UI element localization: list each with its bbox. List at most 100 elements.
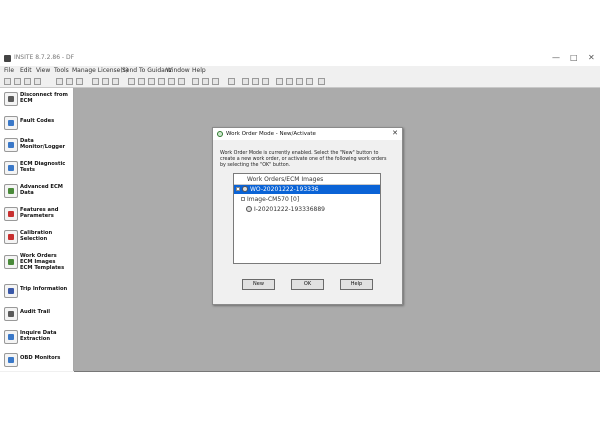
toolbar-button-icon[interactable] [228,78,235,85]
dialog-title-bar: Work Order Mode - New/Activate ✕ [213,128,402,140]
sidebar-item-label: OBD Monitors [20,355,61,361]
tree-row-label: Image-CM570 [0] [247,196,300,203]
trip-information-icon [4,284,18,298]
toolbar-button-icon[interactable] [252,78,259,85]
toolbar [0,76,600,88]
toolbar-button-icon[interactable] [4,78,11,85]
menu-file[interactable]: File [4,67,14,74]
toolbar-button-icon[interactable] [138,78,145,85]
dialog-close-button[interactable]: ✕ [392,129,398,137]
toolbar-button-icon[interactable] [148,78,155,85]
toolbar-button-icon[interactable] [276,78,283,85]
sidebar-item-label: Features and Parameters [20,207,59,219]
toolbar-button-icon[interactable] [102,78,109,85]
toolbar-button-icon[interactable] [92,78,99,85]
menu-send-to-guidanz[interactable]: Send To Guidanz [122,67,172,74]
toolbar-button-icon[interactable] [192,78,199,85]
sidebar-item-obd-monitors[interactable]: OBD Monitors [0,351,73,371]
sidebar-item-inquire-data-extraction[interactable]: Inquire Data Extraction [0,328,73,350]
data-monitor-icon [4,138,18,152]
tree-row-image[interactable]: Image-CM570 [0] [234,195,380,204]
ecm-image-icon [246,206,252,212]
toolbar-button-icon[interactable] [24,78,31,85]
toolbar-button-icon[interactable] [34,78,41,85]
tree-header: Work Orders/ECM Images [234,174,380,185]
tree-row-work-order[interactable]: WO-20201222-193336 [234,185,380,194]
app-title: INSITE 8.7.2.86 - DF [14,54,75,61]
ok-button[interactable]: OK [291,279,324,290]
minimize-button[interactable]: — [552,53,560,62]
work-order-icon [217,131,223,137]
sidebar-item-label: Disconnect from ECM [20,92,68,104]
fault-codes-icon [4,116,18,130]
sidebar-item-label: Trip Information [20,286,68,292]
sidebar-item-fault-codes[interactable]: Fault Codes [0,114,73,136]
menu-manage-licenses[interactable]: Manage License(s) [72,67,128,74]
toolbar-button-icon[interactable] [262,78,269,85]
toolbar-button-icon[interactable] [168,78,175,85]
sidebar-item-label: Work Orders ECM Images ECM Templates [20,253,65,271]
menu-view[interactable]: View [36,67,50,74]
work-order-icon [242,186,248,192]
toolbar-button-icon[interactable] [296,78,303,85]
toolbar-button-icon[interactable] [202,78,209,85]
sidebar-item-data-monitor[interactable]: Data Monitor/Logger [0,136,73,158]
sidebar-item-trip-information[interactable]: Trip Information [0,282,73,304]
sidebar-item-label: Audit Trail [20,309,51,315]
toolbar-button-icon[interactable] [178,78,185,85]
toolbar-button-icon[interactable] [112,78,119,85]
sidebar-item-label: Inquire Data Extraction [20,330,57,342]
app-icon [4,55,11,62]
title-bar: INSITE 8.7.2.86 - DF — □ ✕ [0,52,600,66]
menu-help[interactable]: Help [192,67,206,74]
disconnect-icon [4,92,18,106]
tree-header-label: Work Orders/ECM Images [247,176,324,183]
sidebar-item-label: ECM Diagnostic Tests [20,161,66,173]
tree-row-label: I-20201222-193336889 [254,206,325,213]
sidebar-item-disconnect[interactable]: Disconnect from ECM [0,90,73,112]
toolbar-button-icon[interactable] [56,78,63,85]
menu-window[interactable]: Window [166,67,190,74]
toolbar-button-icon[interactable] [14,78,21,85]
work-order-mode-dialog: Work Order Mode - New/Activate ✕ Work Or… [212,127,403,305]
sidebar-item-label: Data Monitor/Logger [20,138,66,150]
obd-monitors-icon [4,353,18,367]
audit-trail-icon [4,307,18,321]
toolbar-button-icon[interactable] [66,78,73,85]
dialog-message: Work Order Mode is currently enabled. Se… [220,151,387,168]
work-orders-tree[interactable]: Work Orders/ECM Images WO-20201222-19333… [233,173,381,264]
expand-icon[interactable] [236,187,240,191]
work-orders-icon [4,255,18,269]
tree-row-image-file[interactable]: I-20201222-193336889 [234,205,380,214]
calibration-icon [4,230,18,244]
toolbar-button-icon[interactable] [76,78,83,85]
toolbar-button-icon[interactable] [128,78,135,85]
diagnostic-tests-icon [4,161,18,175]
sidebar-item-calibration-selection[interactable]: Calibration Selection [0,228,73,250]
menu-edit[interactable]: Edit [20,67,32,74]
toolbar-button-icon[interactable] [318,78,325,85]
sidebar-item-ecm-diagnostic-tests[interactable]: ECM Diagnostic Tests [0,159,73,181]
menu-bar: File Edit View Tools Manage License(s) S… [0,66,600,76]
sidebar-item-label: Calibration Selection [20,230,53,242]
status-bar [74,371,600,372]
toolbar-button-icon[interactable] [242,78,249,85]
expand-icon[interactable] [241,197,245,201]
tree-row-label: WO-20201222-193336 [250,186,319,193]
sidebar-item-features-parameters[interactable]: Features and Parameters [0,205,73,227]
toolbar-button-icon[interactable] [158,78,165,85]
menu-tools[interactable]: Tools [54,67,69,74]
sidebar-item-advanced-ecm-data[interactable]: Advanced ECM Data [0,182,73,204]
toolbar-button-icon[interactable] [212,78,219,85]
features-parameters-icon [4,207,18,221]
help-button[interactable]: Help [340,279,373,290]
sidebar-item-audit-trail[interactable]: Audit Trail [0,305,73,327]
sidebar: Disconnect from ECM Fault Codes Data Mon… [0,88,74,371]
maximize-button[interactable]: □ [570,53,578,62]
close-button[interactable]: ✕ [588,53,595,62]
sidebar-item-work-orders[interactable]: Work Orders ECM Images ECM Templates [0,251,73,277]
sidebar-item-label: Advanced ECM Data [20,184,63,196]
toolbar-button-icon[interactable] [286,78,293,85]
new-button[interactable]: New [242,279,275,290]
toolbar-button-icon[interactable] [306,78,313,85]
